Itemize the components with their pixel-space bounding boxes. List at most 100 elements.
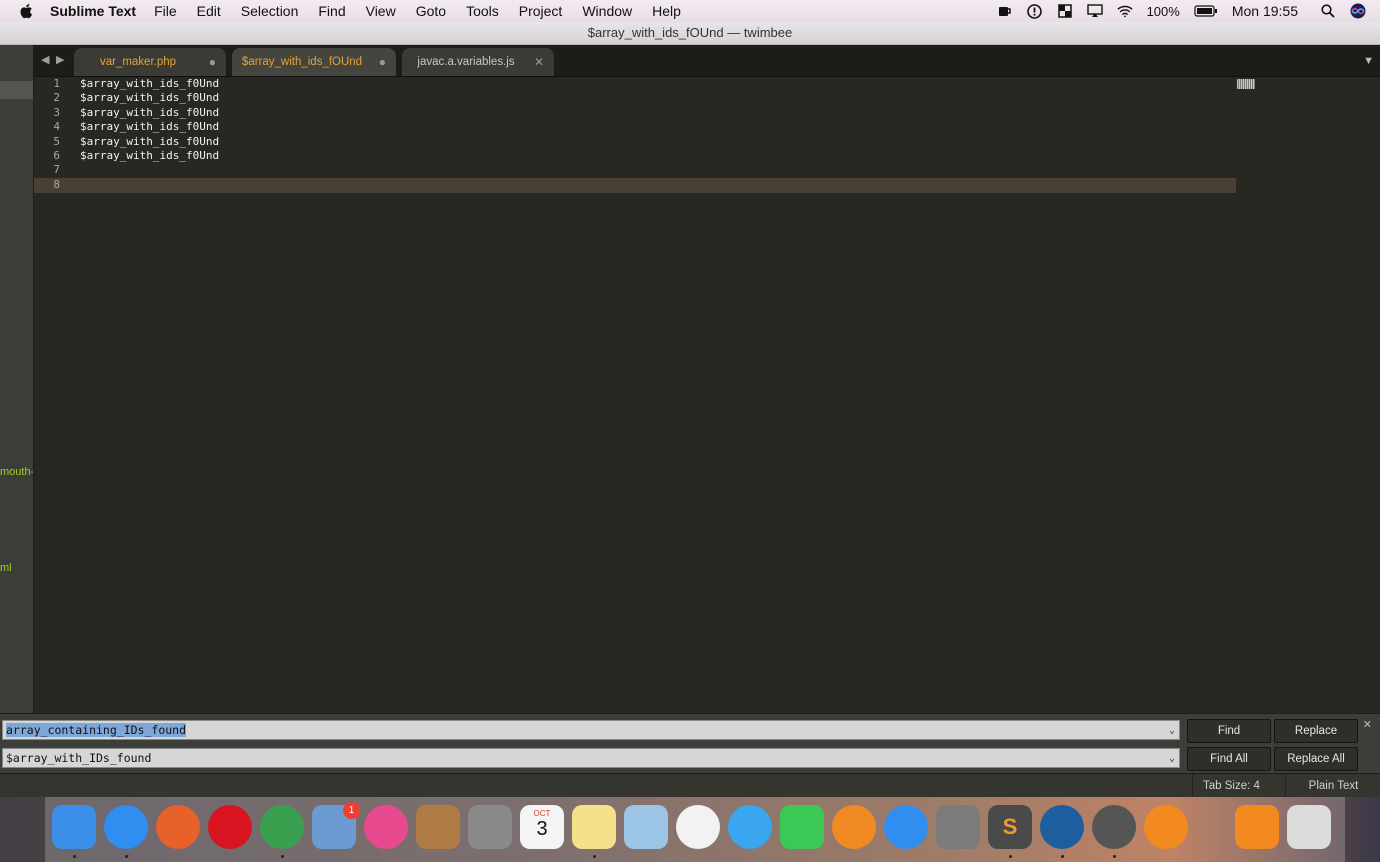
line-number: 6 <box>53 148 60 162</box>
menu-edit[interactable]: Edit <box>197 3 221 19</box>
siri-icon[interactable] <box>1350 3 1366 19</box>
tab-forward-arrow-icon[interactable]: ▶ <box>56 53 64 66</box>
menu-view[interactable]: View <box>366 3 396 19</box>
sidebar-item-fragment[interactable]: ml <box>0 562 12 574</box>
info-circle-icon[interactable] <box>1027 3 1043 19</box>
system-preferences-icon[interactable] <box>936 805 980 849</box>
find-button[interactable]: Find <box>1187 719 1271 743</box>
sequel-pro-icon[interactable] <box>1092 805 1136 849</box>
airplay-icon[interactable] <box>1086 3 1103 19</box>
facetime-icon[interactable] <box>780 805 824 849</box>
calendar-day: 3 <box>536 818 548 840</box>
code-line[interactable]: $array_with_ids_f0Und <box>80 91 219 105</box>
code-line[interactable] <box>80 178 219 192</box>
running-indicator <box>73 855 76 858</box>
code-text-area[interactable]: $array_with_ids_f0Und $array_with_ids_f0… <box>80 77 219 192</box>
code-line[interactable]: $array_with_ids_f0Und <box>80 77 219 91</box>
ibooks-icon[interactable] <box>832 805 876 849</box>
photos-icon[interactable] <box>676 805 720 849</box>
syntax-indicator[interactable]: Plain Text <box>1285 774 1380 798</box>
sourcetree-icon[interactable] <box>1040 805 1084 849</box>
line-number: 3 <box>53 105 60 119</box>
replace-input-text: $array_with_IDs_found <box>6 751 152 765</box>
menubar-clock[interactable]: Mon 19:55 <box>1232 3 1298 19</box>
safari-icon[interactable] <box>104 805 148 849</box>
line-number: 1 <box>53 77 60 90</box>
app-store-icon[interactable] <box>884 805 928 849</box>
sidebar-selected-row[interactable] <box>0 81 33 99</box>
replace-input[interactable]: $array_with_IDs_found ⌄ <box>2 748 1180 768</box>
spotlight-search-icon[interactable] <box>1320 3 1336 19</box>
coffee-cup-icon[interactable] <box>997 3 1013 19</box>
line-number: 7 <box>53 163 60 177</box>
window-title-bar[interactable]: $array_with_ids_fOUnd — twimbee <box>0 22 1380 45</box>
find-all-button[interactable]: Find All <box>1187 747 1271 771</box>
code-line[interactable]: $array_with_ids_f0Und <box>80 149 219 163</box>
messages-icon[interactable] <box>728 805 772 849</box>
tab-list-dropdown-icon[interactable]: ▼ <box>1363 55 1374 67</box>
line-number: 8 <box>53 177 60 191</box>
opera-icon[interactable] <box>208 805 252 849</box>
running-indicator <box>593 855 596 858</box>
preview-icon[interactable] <box>624 805 668 849</box>
chevron-down-icon[interactable]: ⌄ <box>1169 721 1175 740</box>
sidebar-item-fragment[interactable]: mouth- <box>0 466 33 478</box>
sublime-glyph: S <box>1002 814 1018 839</box>
replace-all-button[interactable]: Replace All <box>1274 747 1358 771</box>
wifi-icon[interactable] <box>1116 3 1133 19</box>
close-icon[interactable]: ✕ <box>534 48 544 76</box>
itunes-icon[interactable] <box>364 805 408 849</box>
code-line[interactable] <box>80 163 219 177</box>
battery-percent: 100% <box>1146 3 1180 19</box>
sidebar-panel[interactable]: mouth- ml <box>0 45 34 713</box>
close-icon[interactable]: ✕ <box>1363 718 1372 731</box>
grid-window-icon[interactable] <box>1057 3 1073 19</box>
tab-size-indicator[interactable]: Tab Size: 4 <box>1192 774 1270 798</box>
tab-var-maker[interactable]: var_maker.php ● <box>74 48 226 76</box>
tab-back-arrow-icon[interactable]: ◀ <box>41 53 49 66</box>
menu-project[interactable]: Project <box>519 3 563 19</box>
chevron-down-icon[interactable]: ⌄ <box>1169 749 1175 768</box>
replace-button[interactable]: Replace <box>1274 719 1358 743</box>
line-number: 5 <box>53 134 60 148</box>
menu-tools[interactable]: Tools <box>466 3 499 19</box>
chrome-icon[interactable] <box>260 805 304 849</box>
code-line[interactable]: $array_with_ids_f0Und <box>80 120 219 134</box>
running-indicator <box>1113 855 1116 858</box>
status-bar: Tab Size: 4 Plain Text <box>0 773 1380 798</box>
tab-label: javac.a.variables.js <box>417 56 515 68</box>
line-number-gutter[interactable]: 1 2 3 4 5 6 7 8 <box>34 77 68 192</box>
minimap-icon[interactable] <box>1237 79 1255 89</box>
menu-file[interactable]: File <box>154 3 177 19</box>
calculator-icon[interactable] <box>468 805 512 849</box>
tab-label: var_maker.php <box>99 56 177 68</box>
trash-icon[interactable] <box>1287 805 1331 849</box>
code-editor[interactable]: 1 2 3 4 5 6 7 8 $array_with_ids_f0Und $a… <box>34 77 1380 713</box>
menu-goto[interactable]: Goto <box>416 3 446 19</box>
battery-icon[interactable] <box>1194 3 1218 19</box>
menu-selection[interactable]: Selection <box>241 3 299 19</box>
contacts-icon[interactable] <box>416 805 460 849</box>
squash-folder-icon[interactable] <box>1235 805 1279 849</box>
menu-find[interactable]: Find <box>318 3 345 19</box>
menu-help[interactable]: Help <box>652 3 681 19</box>
mail-bird-icon[interactable]: 1 <box>312 802 360 849</box>
app-menu[interactable]: Sublime Text <box>50 3 136 19</box>
calendar-icon[interactable]: OCT 3 <box>520 805 564 849</box>
unsaved-dot-icon[interactable]: ● <box>379 48 386 76</box>
finder-icon[interactable] <box>52 805 96 849</box>
menu-window[interactable]: Window <box>582 3 632 19</box>
notes-icon[interactable] <box>572 805 616 849</box>
tab-array-with-ids[interactable]: $array_with_ids_fOUnd ● <box>232 48 396 76</box>
firefox-icon[interactable] <box>156 805 200 849</box>
code-line[interactable]: $array_with_ids_f0Und <box>80 106 219 120</box>
find-input[interactable]: array_containing_IDs_found ⌄ <box>2 720 1180 740</box>
sublime-text-icon[interactable]: S <box>988 805 1032 849</box>
calendar-month: OCT <box>533 809 551 818</box>
apple-icon[interactable] <box>18 2 36 20</box>
unsaved-dot-icon[interactable]: ● <box>209 48 216 76</box>
tab-bar: ◀ ▶ var_maker.php ● $array_with_ids_fOUn… <box>34 45 1380 77</box>
tab-javac-variables[interactable]: javac.a.variables.js ✕ <box>402 48 554 76</box>
code-line[interactable]: $array_with_ids_f0Und <box>80 135 219 149</box>
squash-icon[interactable] <box>1144 805 1188 849</box>
